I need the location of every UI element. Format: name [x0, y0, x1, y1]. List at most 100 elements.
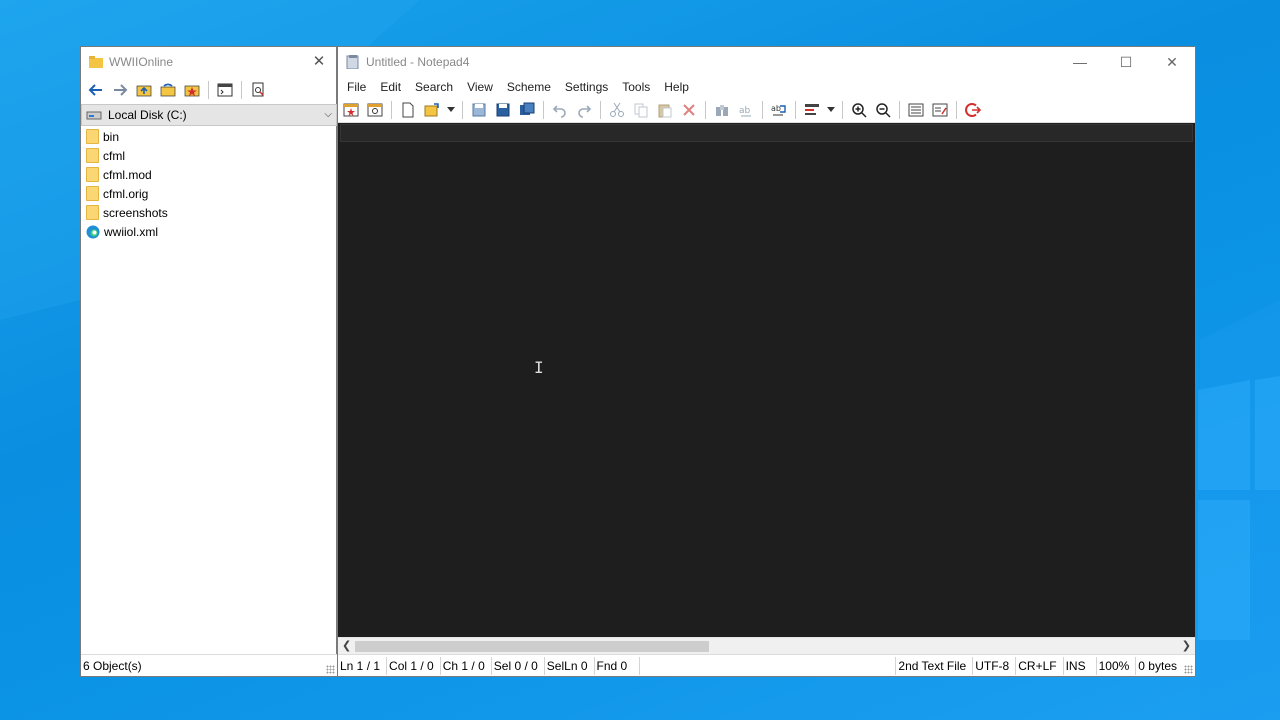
resize-grip-icon[interactable]	[1184, 665, 1193, 674]
sync-folder-icon[interactable]	[157, 79, 179, 101]
toolbar-separator	[600, 100, 601, 119]
text-cursor-icon: I	[534, 358, 544, 377]
menu-edit[interactable]: Edit	[373, 80, 408, 94]
list-item[interactable]: screenshots	[81, 203, 337, 222]
redo-icon[interactable]	[573, 99, 595, 121]
save-as-icon[interactable]	[492, 99, 514, 121]
list-item[interactable]: bin	[81, 127, 337, 146]
text-editor[interactable]: I	[338, 123, 1195, 637]
forward-icon[interactable]	[109, 79, 131, 101]
minimize-icon[interactable]: —	[1057, 47, 1103, 77]
metapath-statusbar: 6 Object(s)	[81, 654, 337, 676]
caption-buttons: — ☐ ✕	[1057, 47, 1195, 77]
new-window-icon[interactable]	[340, 99, 362, 121]
replace-icon[interactable]: ab	[735, 99, 757, 121]
list-item-name: cfml	[103, 148, 125, 163]
edge-file-icon	[86, 225, 100, 238]
code-folding-icon[interactable]	[801, 99, 823, 121]
resize-grip-icon[interactable]	[326, 665, 335, 674]
toolbar-separator	[241, 81, 242, 99]
status-zoom[interactable]: 100%	[1097, 656, 1137, 675]
chevron-down-icon[interactable]: ⌵	[324, 109, 332, 120]
up-folder-icon[interactable]	[133, 79, 155, 101]
customize-schemes-icon[interactable]	[929, 99, 951, 121]
toolbar-separator	[543, 100, 544, 119]
paste-icon[interactable]	[654, 99, 676, 121]
scroll-left-icon[interactable]: ❮	[342, 639, 351, 652]
notepad4-window: Untitled - Notepad4 — ☐ ✕ File Edit Sear…	[337, 46, 1196, 677]
new-file-icon[interactable]	[397, 99, 419, 121]
svg-text:ab: ab	[739, 106, 751, 116]
close-icon[interactable]: ✕	[310, 53, 328, 71]
list-item[interactable]: cfml.mod	[81, 165, 337, 184]
word-wrap-icon[interactable]: ab	[768, 99, 790, 121]
list-item-name: bin	[103, 129, 120, 144]
folder-icon	[86, 148, 99, 163]
toolbar-separator	[899, 100, 900, 119]
list-item-name: cfml.orig	[103, 186, 149, 201]
close-icon[interactable]: ✕	[1149, 47, 1195, 77]
save-copy-icon[interactable]	[516, 99, 538, 121]
menubar: File Edit Search View Scheme Settings To…	[338, 77, 1195, 97]
undo-icon[interactable]	[549, 99, 571, 121]
status-eol[interactable]: CR+LF	[1016, 656, 1064, 675]
open-file-icon[interactable]	[421, 99, 443, 121]
zoom-out-icon[interactable]	[872, 99, 894, 121]
cut-icon[interactable]	[606, 99, 628, 121]
chevron-down-icon[interactable]	[445, 99, 457, 121]
console-icon[interactable]	[214, 79, 236, 101]
status-col: Col 1 / 0	[387, 656, 441, 675]
zoom-in-icon[interactable]	[848, 99, 870, 121]
scroll-right-icon[interactable]: ❯	[1182, 639, 1191, 652]
status-fnd: Fnd 0	[595, 656, 641, 675]
status-spacer	[640, 656, 897, 675]
find-icon[interactable]	[711, 99, 733, 121]
exit-icon[interactable]	[962, 99, 984, 121]
browse-icon[interactable]	[364, 99, 386, 121]
toolbar-separator	[462, 100, 463, 119]
status-selln: SelLn 0	[545, 656, 595, 675]
scheme-icon[interactable]	[905, 99, 927, 121]
list-item-name: wwiiol.xml	[104, 224, 158, 239]
chevron-down-icon[interactable]	[825, 99, 837, 121]
list-item[interactable]: cfml	[81, 146, 337, 165]
status-encoding[interactable]: UTF-8	[973, 656, 1017, 675]
menu-search[interactable]: Search	[408, 80, 460, 94]
favorites-icon[interactable]	[181, 79, 203, 101]
scrollbar-thumb[interactable]	[355, 641, 709, 652]
maximize-icon[interactable]: ☐	[1103, 47, 1149, 77]
delete-icon[interactable]	[678, 99, 700, 121]
status-mode[interactable]: INS	[1064, 656, 1097, 675]
menu-file[interactable]: File	[340, 80, 373, 94]
menu-view[interactable]: View	[460, 80, 500, 94]
menu-settings[interactable]: Settings	[558, 80, 615, 94]
metapath-titlebar: WWIIOnline ✕	[81, 47, 336, 77]
metapath-title: WWIIOnline	[109, 55, 174, 69]
folder-icon	[89, 56, 103, 68]
find-file-icon[interactable]	[247, 79, 269, 101]
toolbar-separator	[795, 100, 796, 119]
copy-icon[interactable]	[630, 99, 652, 121]
status-ch: Ch 1 / 0	[441, 656, 492, 675]
notepad-statusbar: Ln 1 / 1 Col 1 / 0 Ch 1 / 0 Sel 0 / 0 Se…	[338, 654, 1195, 676]
menu-scheme[interactable]: Scheme	[500, 80, 558, 94]
toolbar-separator	[842, 100, 843, 119]
metapath-toolbar	[81, 77, 336, 103]
horizontal-scrollbar[interactable]: ❮ ❯	[338, 637, 1195, 654]
folder-icon	[86, 186, 99, 201]
toolbar-separator	[391, 100, 392, 119]
metapath-window: WWIIOnline ✕ Local Disk (C:) ⌵ bin cfml …	[80, 46, 337, 677]
list-item[interactable]: cfml.orig	[81, 184, 337, 203]
status-scheme[interactable]: 2nd Text File	[896, 656, 974, 675]
drive-label: Local Disk (C:)	[108, 108, 187, 122]
list-item[interactable]: wwiiol.xml	[81, 222, 337, 241]
drive-selector[interactable]: Local Disk (C:) ⌵	[81, 104, 337, 126]
back-icon[interactable]	[85, 79, 107, 101]
save-icon[interactable]	[468, 99, 490, 121]
notepad-title: Untitled - Notepad4	[366, 55, 470, 69]
toolbar-separator	[956, 100, 957, 119]
menu-help[interactable]: Help	[657, 80, 696, 94]
folder-icon	[86, 167, 99, 182]
status-sel: Sel 0 / 0	[492, 656, 545, 675]
menu-tools[interactable]: Tools	[615, 80, 657, 94]
